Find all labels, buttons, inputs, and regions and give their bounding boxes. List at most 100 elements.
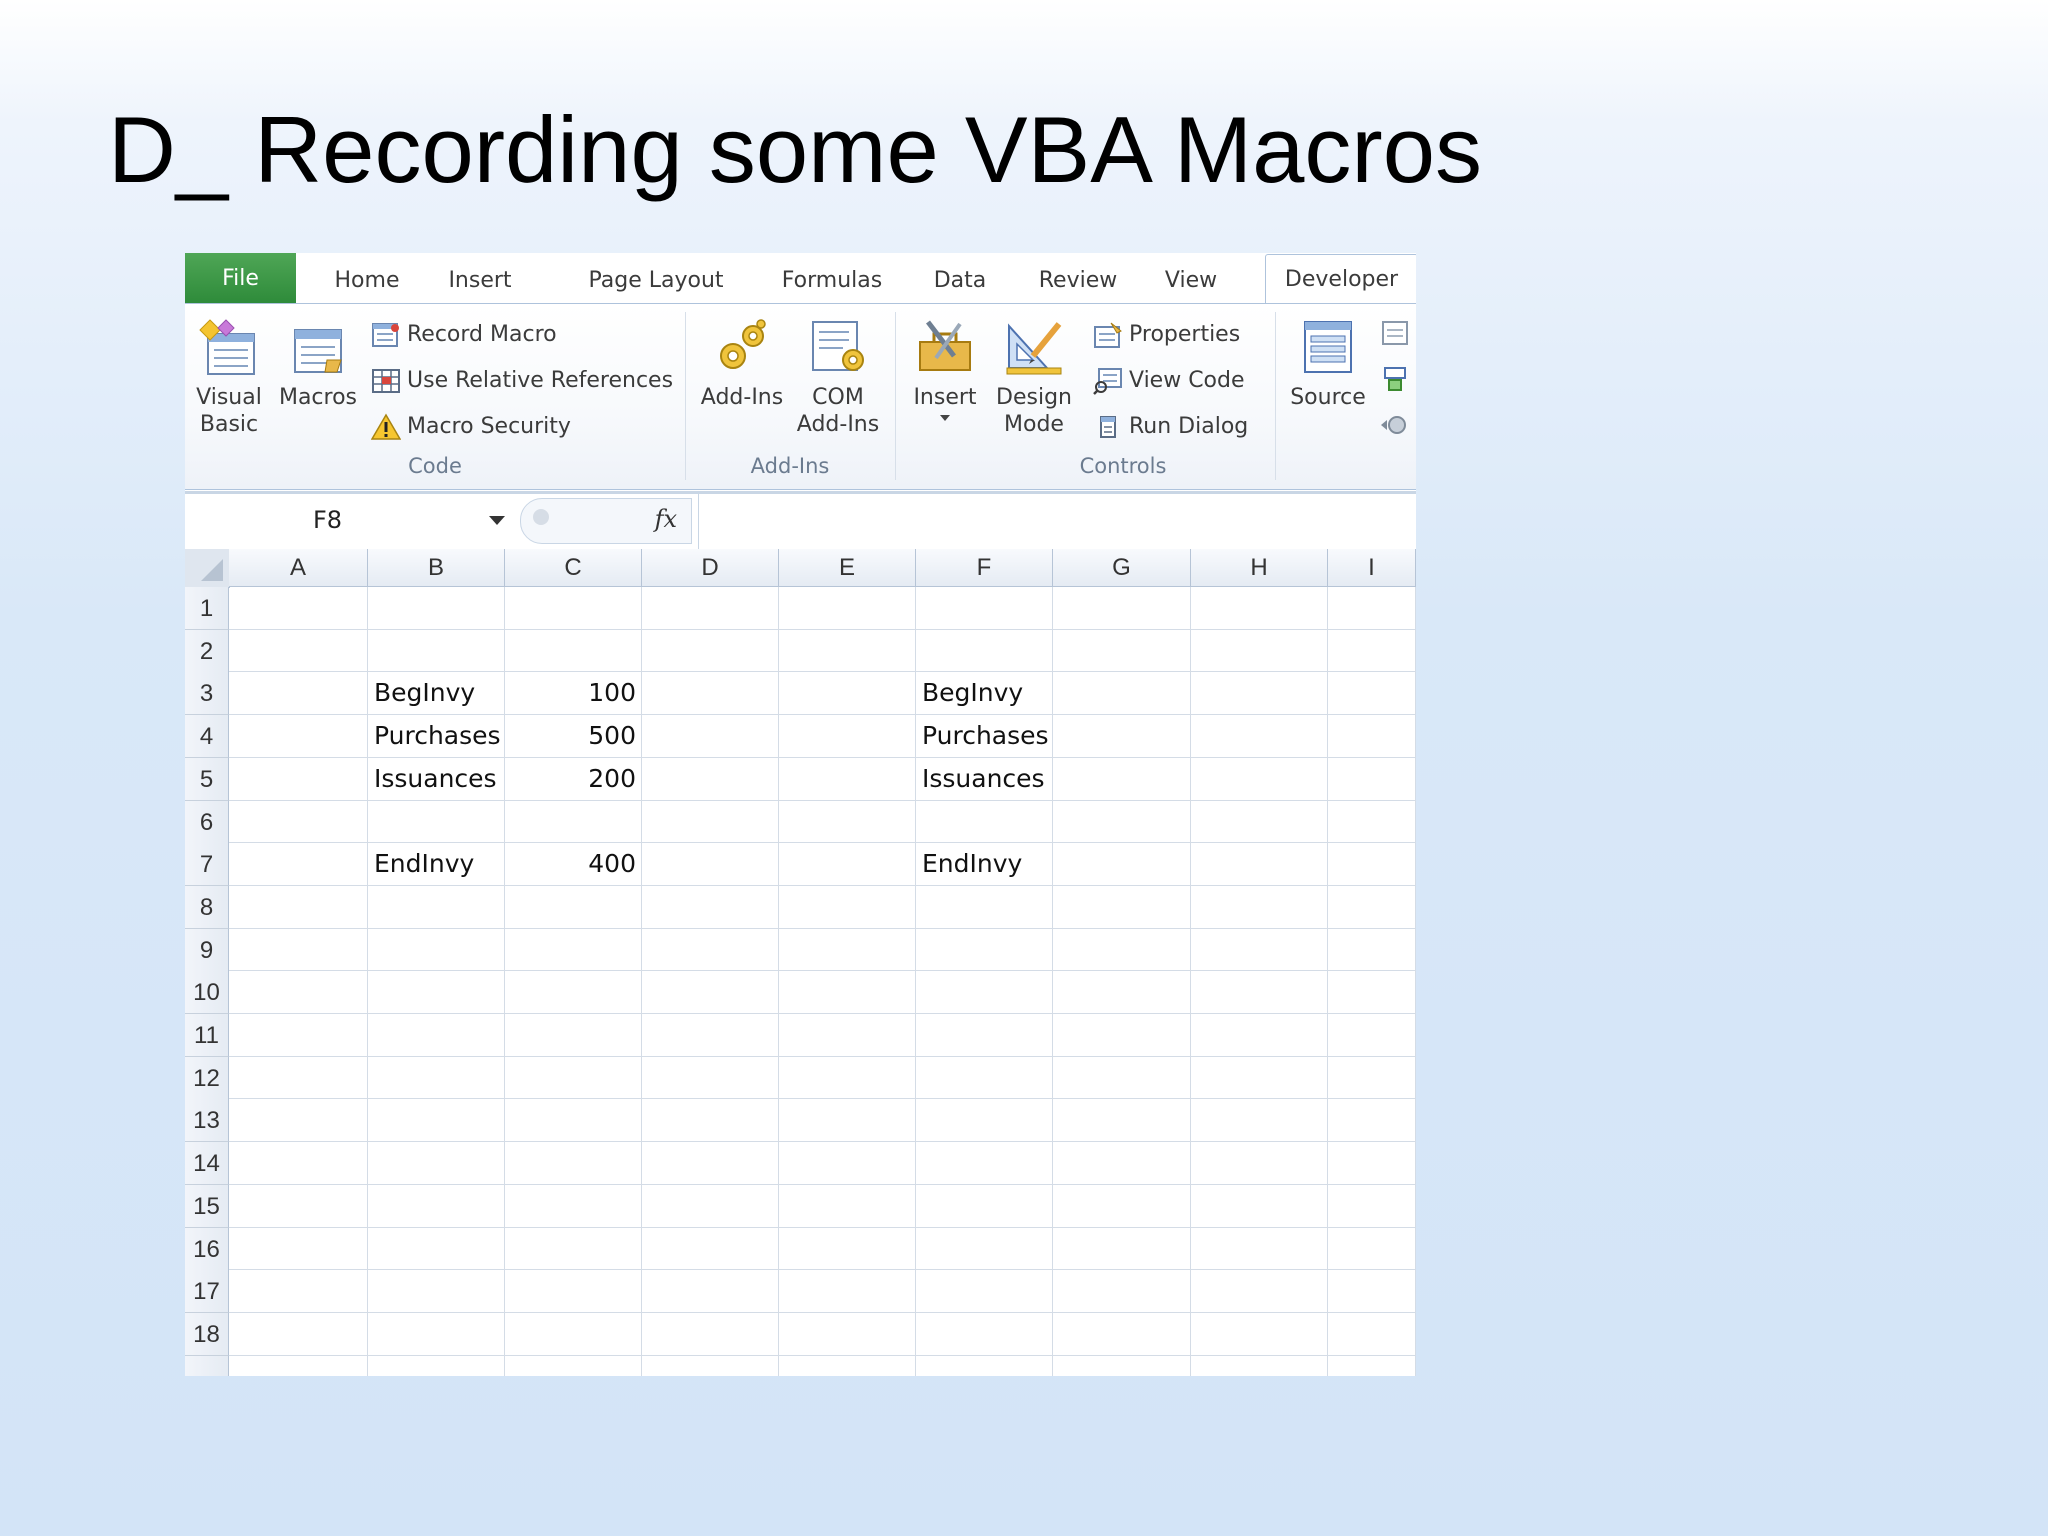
grid-line (1415, 587, 1416, 1376)
source-icon (1304, 321, 1352, 373)
grid-line (229, 1098, 1416, 1100)
record-macro-button[interactable]: Record Macro (371, 318, 557, 352)
excel-screenshot: File Home Insert Page Layout Formulas Da… (185, 253, 1416, 1376)
row-header-3[interactable]: 3 (185, 672, 229, 716)
cell-c3[interactable]: 100 (505, 672, 636, 714)
row-header-16[interactable]: 16 (185, 1227, 229, 1271)
com-add-ins-label-2: Add-Ins (796, 412, 880, 437)
tab-view[interactable]: View (1151, 259, 1231, 303)
source-button[interactable]: Source (1285, 316, 1371, 411)
row-header-8[interactable]: 8 (185, 885, 229, 929)
row-header-4[interactable]: 4 (185, 715, 229, 759)
row-header-5[interactable]: 5 (185, 757, 229, 801)
grid-line (229, 1354, 1416, 1356)
tab-developer[interactable]: Developer (1265, 254, 1416, 304)
column-header-d[interactable]: D (642, 549, 779, 587)
chevron-down-icon[interactable] (489, 516, 505, 525)
cell-c7[interactable]: 400 (505, 843, 636, 885)
cell-b5[interactable]: Issuances (374, 758, 497, 800)
column-header-f[interactable]: F (916, 549, 1053, 587)
gears-icon (720, 319, 766, 369)
cell-b3[interactable]: BegInvy (374, 672, 475, 714)
macro-security-label: Macro Security (407, 414, 571, 439)
cell-b7[interactable]: EndInvy (374, 843, 474, 885)
row-header-13[interactable]: 13 (185, 1099, 229, 1143)
column-header-i[interactable]: I (1328, 549, 1416, 587)
row-header-11[interactable]: 11 (185, 1014, 229, 1057)
select-all-button[interactable] (185, 549, 230, 588)
insert-control-button[interactable]: Insert (903, 316, 987, 423)
cell-b4[interactable]: Purchases (374, 715, 501, 757)
insert-function-button[interactable]: fx (655, 505, 677, 533)
group-separator (685, 312, 686, 480)
row-header-9[interactable]: 9 (185, 928, 229, 972)
properties-label: Properties (1129, 322, 1241, 347)
cell-f3[interactable]: BegInvy (922, 672, 1023, 714)
expansion-packs-icon[interactable] (1379, 364, 1411, 394)
view-code-button[interactable]: View Code (1093, 364, 1245, 398)
formula-input[interactable] (698, 494, 1416, 550)
row-header-10[interactable]: 10 (185, 971, 229, 1015)
tab-page-layout[interactable]: Page Layout (571, 259, 741, 303)
row-header-18[interactable]: 18 (185, 1312, 229, 1356)
add-ins-button[interactable]: Add-Ins (697, 316, 787, 411)
visual-basic-button[interactable]: Visual Basic (189, 316, 269, 438)
grid-line (229, 1055, 1416, 1057)
relative-references-icon (372, 369, 400, 393)
cell-c4[interactable]: 500 (505, 715, 636, 757)
com-add-ins-label-1: COM (812, 385, 864, 410)
tab-insert[interactable]: Insert (435, 259, 525, 303)
source-label: Source (1290, 385, 1366, 410)
design-mode-label-2: Mode (1004, 412, 1064, 437)
tab-review[interactable]: Review (1023, 259, 1133, 303)
cell-c5[interactable]: 200 (505, 758, 636, 800)
add-ins-label: Add-Ins (700, 385, 784, 410)
row-header-17[interactable]: 17 (185, 1270, 229, 1314)
row-header-15[interactable]: 15 (185, 1184, 229, 1228)
column-header-c[interactable]: C (505, 549, 642, 587)
row-header-14[interactable]: 14 (185, 1142, 229, 1186)
cell-f7[interactable]: EndInvy (922, 843, 1022, 885)
group-label-add-ins: Add-Ins (750, 454, 830, 478)
chevron-down-icon (940, 415, 950, 421)
run-dialog-button[interactable]: Run Dialog (1093, 410, 1248, 444)
column-header-h[interactable]: H (1191, 549, 1328, 587)
tab-formulas[interactable]: Formulas (767, 259, 897, 303)
grid-line (229, 628, 1416, 630)
design-mode-button[interactable]: Design Mode (991, 316, 1077, 438)
cell-f4[interactable]: Purchases (922, 715, 1049, 757)
row-header-2[interactable]: 2 (185, 629, 229, 673)
tab-home[interactable]: Home (317, 259, 417, 303)
refresh-data-icon[interactable] (1379, 410, 1411, 440)
macros-button[interactable]: Macros (275, 316, 361, 411)
group-label-controls: Controls (1079, 454, 1167, 478)
resize-handle-icon[interactable] (533, 509, 549, 525)
name-box[interactable]: F8 (185, 494, 515, 550)
row-header-12[interactable]: 12 (185, 1056, 229, 1100)
use-relative-references-button[interactable]: Use Relative References (371, 364, 673, 398)
row-header-7[interactable]: 7 (185, 843, 229, 887)
row-header-partial[interactable] (185, 1355, 229, 1376)
macro-security-button[interactable]: Macro Security (371, 410, 571, 444)
grid-line (1052, 587, 1053, 1376)
row-header-6[interactable]: 6 (185, 800, 229, 844)
column-header-b[interactable]: B (368, 549, 505, 587)
column-header-e[interactable]: E (779, 549, 916, 587)
design-mode-icon (1006, 322, 1062, 375)
cell-f5[interactable]: Issuances (922, 758, 1045, 800)
map-properties-icon[interactable] (1379, 318, 1411, 348)
formula-bar: F8 fx (185, 491, 1416, 551)
tab-file[interactable]: File (185, 253, 296, 303)
properties-button[interactable]: Properties (1093, 318, 1240, 352)
name-box-value: F8 (313, 506, 343, 534)
run-dialog-label: Run Dialog (1129, 414, 1249, 439)
column-header-g[interactable]: G (1053, 549, 1191, 587)
grid-line (229, 1141, 1416, 1143)
column-header-a[interactable]: A (229, 549, 368, 587)
com-add-ins-button[interactable]: COM Add-Ins (793, 316, 883, 438)
tab-data[interactable]: Data (915, 259, 1005, 303)
visual-basic-label-1: Visual (196, 385, 262, 410)
grid-line (641, 587, 642, 1376)
formula-controls: fx (520, 498, 692, 544)
row-header-1[interactable]: 1 (185, 587, 229, 630)
